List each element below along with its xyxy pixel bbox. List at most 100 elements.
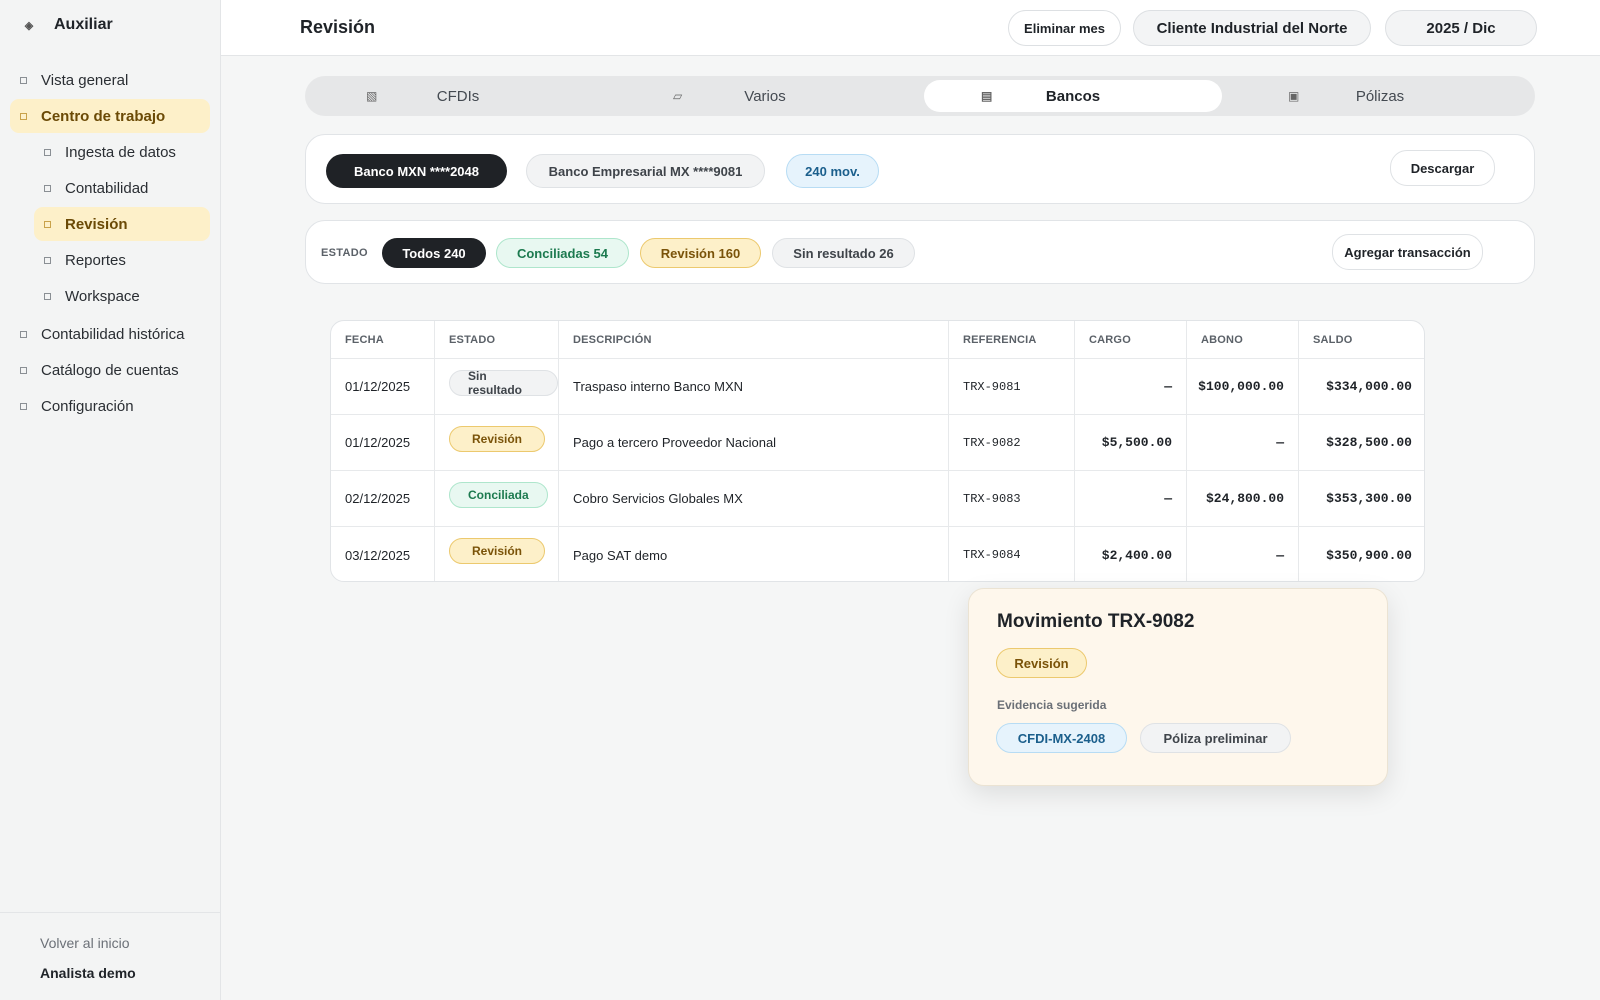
sidebar-item-contabilidad[interactable]: Contabilidad — [34, 171, 210, 205]
status-filter-card: ESTADO Todos 240 Conciliadas 54 Revisión… — [305, 220, 1535, 284]
back-home-link[interactable]: Volver al inicio — [40, 935, 220, 951]
cell-estado: Revisión — [435, 415, 559, 470]
sidebar-item-contabilidad-historica[interactable]: Contabilidad histórica — [10, 317, 210, 351]
account-pill-empresarial[interactable]: Banco Empresarial MX ****9081 — [526, 154, 765, 188]
cell-estado: Sin resultado — [435, 359, 559, 414]
sidebar-item-label: Vista general — [41, 71, 129, 89]
top-header: Revisión Eliminar mes Cliente Industrial… — [221, 0, 1600, 56]
column-header[interactable]: FECHA — [331, 321, 435, 358]
cell-referencia: TRX-9082 — [949, 415, 1075, 470]
sidebar-item-centro-de-trabajo[interactable]: Centro de trabajo — [10, 99, 210, 133]
table-row[interactable]: 02/12/2025 Conciliada Cobro Servicios Gl… — [331, 471, 1424, 527]
filter-no-result[interactable]: Sin resultado 26 — [772, 238, 915, 268]
transactions-table: FECHA ESTADO DESCRIPCIÓN REFERENCIA CARG… — [330, 320, 1425, 582]
module-tabs: ▧ CFDIs ▱ Varios ▤ Bancos ▣ Pólizas — [305, 76, 1535, 116]
sidebar-item-label: Reportes — [65, 251, 126, 269]
account-pill-mxn[interactable]: Banco MXN ****2048 — [326, 154, 507, 188]
cell-abono: $100,000.00 — [1187, 359, 1299, 414]
cell-descripcion: Pago a tercero Proveedor Nacional — [559, 415, 949, 470]
brand[interactable]: ◈ Auxiliar — [22, 16, 113, 34]
user-name[interactable]: Analista demo — [40, 965, 136, 981]
column-header[interactable]: DESCRIPCIÓN — [559, 321, 949, 358]
filter-reconciled[interactable]: Conciliadas 54 — [496, 238, 629, 268]
cell-saldo: $334,000.00 — [1326, 379, 1412, 394]
column-header[interactable]: SALDO — [1299, 321, 1424, 358]
status-badge: Revisión — [449, 425, 546, 452]
square-icon — [20, 76, 27, 84]
sidebar-item-reportes[interactable]: Reportes — [34, 243, 210, 277]
cell-cargo: $2,400.00 — [1075, 527, 1187, 581]
sidebar-item-ingesta[interactable]: Ingesta de datos — [34, 135, 210, 169]
square-icon — [44, 292, 51, 300]
sidebar-item-label: Revisión — [65, 215, 128, 233]
sidebar-item-workspace[interactable]: Workspace — [34, 279, 210, 313]
download-button[interactable]: Descargar — [1390, 150, 1495, 186]
cell-cargo: $5,500.00 — [1075, 415, 1187, 470]
tab-varios[interactable]: ▱ Varios — [616, 80, 914, 112]
cell-cargo: — — [1075, 471, 1187, 526]
movement-detail-popover: Movimiento TRX-9082 Revisión Evidencia s… — [968, 588, 1388, 786]
bank-accounts-card: Banco MXN ****2048 Banco Empresarial MX … — [305, 134, 1535, 204]
square-icon — [44, 256, 51, 264]
square-icon — [44, 220, 51, 228]
brand-name: Auxiliar — [54, 16, 113, 33]
popover-title: Movimiento TRX-9082 — [997, 611, 1195, 632]
sidebar-footer: Volver al inicio Analista demo — [0, 912, 220, 983]
movements-count-badge: 240 mov. — [786, 154, 879, 188]
sidebar: ◈ Auxiliar Vista general Centro de traba… — [0, 0, 221, 1000]
square-icon — [20, 112, 27, 120]
tab-cfdis[interactable]: ▧ CFDIs — [309, 80, 607, 112]
table-row[interactable]: 01/12/2025 Revisión Pago a tercero Prove… — [331, 415, 1424, 471]
client-selector[interactable]: Cliente Industrial del Norte — [1133, 10, 1371, 46]
filter-review[interactable]: Revisión 160 — [640, 238, 761, 268]
column-header[interactable]: REFERENCIA — [949, 321, 1075, 358]
cell-descripcion: Traspaso interno Banco MXN — [559, 359, 949, 414]
diamond-icon: ◈ — [24, 19, 34, 32]
square-icon — [20, 330, 27, 338]
column-header[interactable]: CARGO — [1075, 321, 1187, 358]
table-row[interactable]: 03/12/2025 Revisión Pago SAT demo TRX-90… — [331, 527, 1424, 581]
sidebar-item-catalogo[interactable]: Catálogo de cuentas — [10, 353, 210, 387]
evidence-label: Evidencia sugerida — [997, 698, 1107, 712]
cell-fecha: 02/12/2025 — [331, 471, 435, 526]
cell-cargo: — — [1075, 359, 1187, 414]
evidence-cfdi-pill[interactable]: CFDI-MX-2408 — [996, 723, 1127, 753]
cell-abono: — — [1187, 415, 1299, 470]
tab-label: Pólizas — [1355, 87, 1405, 105]
sidebar-nav: Vista general Centro de trabajo Ingesta … — [10, 63, 210, 425]
period-selector[interactable]: 2025 / Dic — [1385, 10, 1537, 46]
cell-fecha: 03/12/2025 — [331, 527, 435, 581]
add-transaction-button[interactable]: Agregar transacción — [1332, 234, 1483, 270]
square-icon — [44, 184, 51, 192]
tab-polizas[interactable]: ▣ Pólizas — [1231, 80, 1529, 112]
cell-referencia: TRX-9084 — [949, 527, 1075, 581]
status-badge: Sin resultado — [449, 369, 558, 397]
sidebar-item-revision[interactable]: Revisión — [34, 207, 210, 241]
table-header-row: FECHA ESTADO DESCRIPCIÓN REFERENCIA CARG… — [331, 321, 1424, 359]
cell-fecha: 01/12/2025 — [331, 415, 435, 470]
table-row[interactable]: 01/12/2025 Sin resultado Traspaso intern… — [331, 359, 1424, 415]
cell-descripcion: Pago SAT demo — [559, 527, 949, 581]
tab-bancos[interactable]: ▤ Bancos — [924, 80, 1222, 112]
cell-saldo: $350,900.00 — [1326, 547, 1412, 563]
column-header[interactable]: ESTADO — [435, 321, 559, 358]
cell-referencia: TRX-9083 — [949, 471, 1075, 526]
tab-label: CFDIs — [436, 87, 480, 105]
cell-estado: Revisión — [435, 527, 559, 581]
sidebar-item-label: Ingesta de datos — [65, 143, 176, 161]
sidebar-item-vista-general[interactable]: Vista general — [10, 63, 210, 97]
square-icon — [44, 148, 51, 156]
column-header[interactable]: ABONO — [1187, 321, 1299, 358]
popover-status-badge: Revisión — [996, 648, 1087, 678]
filter-all[interactable]: Todos 240 — [382, 238, 486, 268]
status-badge: Conciliada — [449, 481, 548, 508]
delete-month-button[interactable]: Eliminar mes — [1008, 10, 1121, 46]
tab-label: Varios — [744, 87, 786, 105]
sidebar-item-configuracion[interactable]: Configuración — [10, 389, 210, 423]
tab-label: Bancos — [1045, 87, 1101, 105]
sidebar-item-label: Contabilidad histórica — [41, 325, 185, 343]
evidence-poliza-pill[interactable]: Póliza preliminar — [1140, 723, 1291, 753]
cell-estado: Conciliada — [435, 471, 559, 526]
cell-descripcion: Cobro Servicios Globales MX — [559, 471, 949, 526]
sidebar-item-label: Workspace — [65, 287, 140, 305]
